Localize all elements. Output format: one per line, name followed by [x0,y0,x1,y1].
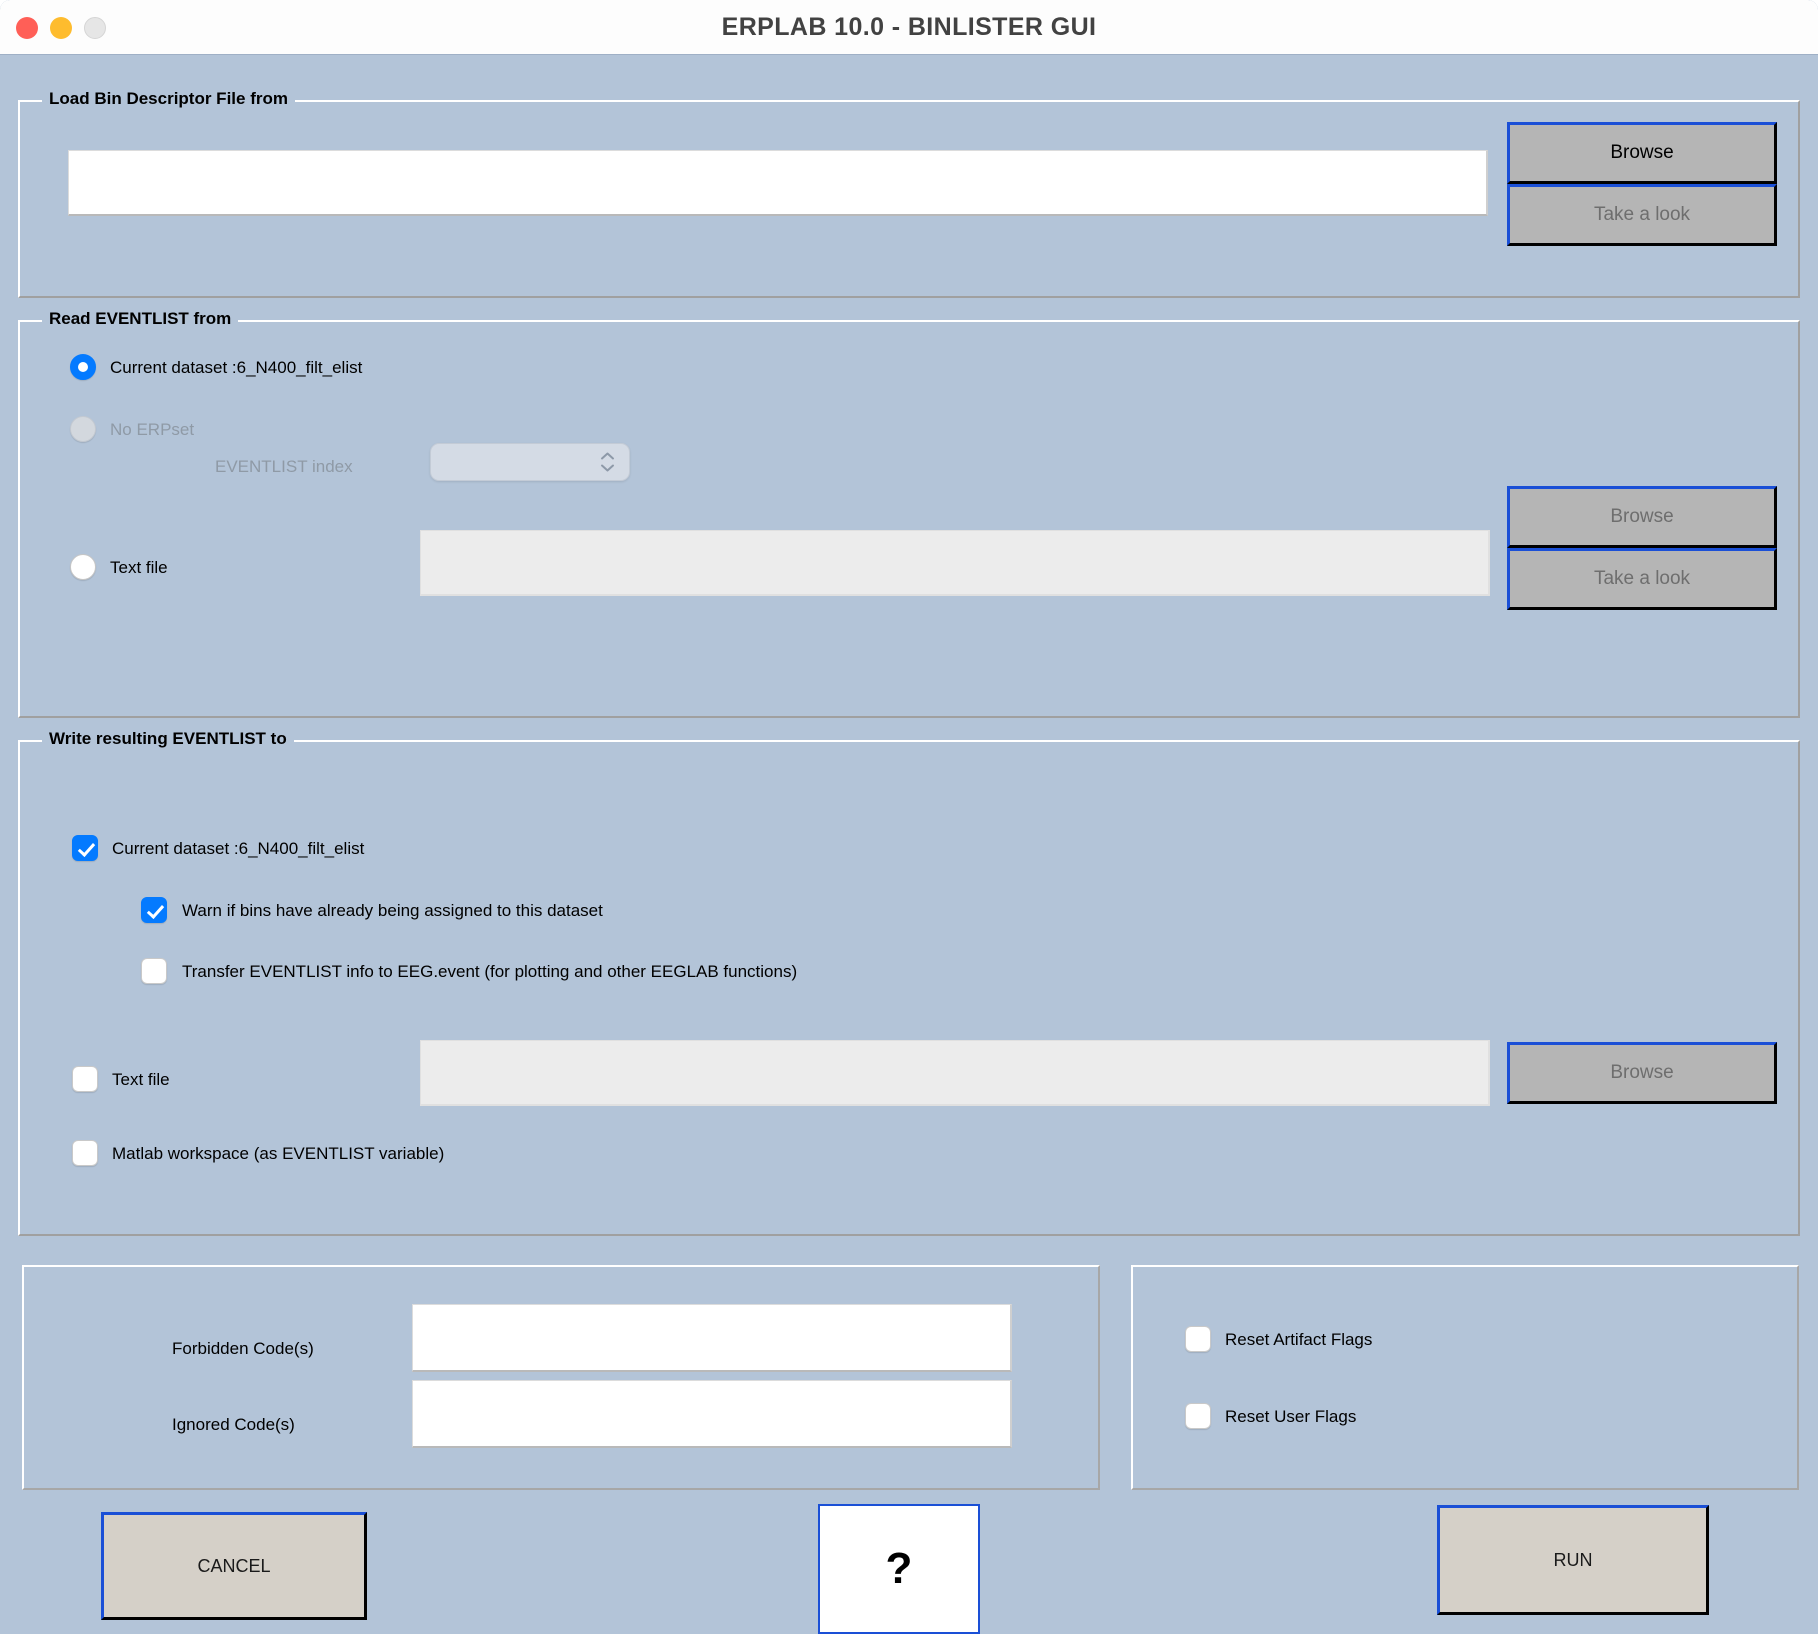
forbidden-codes-label: Forbidden Code(s) [172,1339,314,1358]
read-browse-button[interactable]: Browse [1507,486,1777,548]
read-current-dataset-label: Current dataset : 6_N400_filt_elist [110,358,362,378]
write-current-dataset-prefix: Current dataset : [112,839,239,858]
matlab-workspace-label: Matlab workspace (as EVENTLIST variable) [112,1144,445,1163]
load-bdf-legend: Load Bin Descriptor File from [42,89,295,109]
read-eventlist-legend: Read EVENTLIST from [42,309,239,329]
write-current-dataset-label: Current dataset : 6_N400_filt_elist [112,839,364,859]
write-text-file-label: Text file [112,1070,170,1089]
bdf-browse-label: Browse [1610,142,1674,163]
read-no-erpset-radio[interactable] [70,416,96,442]
warn-bins-assigned-label: Warn if bins have already being assigned… [182,901,603,920]
help-button[interactable]: ? [818,1504,980,1634]
zoom-button[interactable] [84,16,106,39]
write-text-file-input[interactable] [420,1040,1490,1106]
reset-artifact-flags-checkbox[interactable] [1185,1326,1211,1352]
read-take-a-look-label: Take a look [1593,568,1691,589]
close-button[interactable] [16,16,38,39]
matlab-workspace-checkbox[interactable] [72,1140,98,1166]
window-controls [16,0,106,55]
read-current-dataset-prefix: Current dataset : [110,358,237,377]
minimize-button[interactable] [50,16,72,39]
read-current-dataset-radio[interactable] [70,354,96,380]
run-label: RUN [1553,1549,1593,1570]
chevron-updown-icon [600,452,615,473]
transfer-eventlist-checkbox[interactable] [141,958,167,984]
write-text-file-checkbox[interactable] [72,1066,98,1092]
cancel-label: CANCEL [197,1555,271,1576]
run-button[interactable]: RUN [1437,1505,1709,1615]
bdf-browse-button[interactable]: Browse [1507,122,1777,184]
codes-panel: Forbidden Code(s) Ignored Code(s) [22,1265,1100,1490]
eventlist-index-label: EVENTLIST index [215,457,353,476]
write-browse-button[interactable]: Browse [1507,1042,1777,1104]
bdf-take-a-look-label: Take a look [1593,204,1691,225]
question-mark-icon: ? [885,1544,913,1594]
read-browse-label: Browse [1610,506,1674,527]
write-current-dataset-checkbox[interactable] [72,835,98,861]
reset-user-flags-checkbox[interactable] [1185,1403,1211,1429]
write-current-dataset-name: 6_N400_filt_elist [238,839,365,858]
read-eventlist-panel: Read EVENTLIST from Current dataset : 6_… [18,309,1800,718]
ignored-codes-label: Ignored Code(s) [172,1415,295,1434]
ignored-codes-input[interactable] [412,1380,1012,1448]
reset-flags-panel: Reset Artifact Flags Reset User Flags [1131,1265,1799,1490]
forbidden-codes-input[interactable] [412,1304,1012,1372]
read-text-file-input[interactable] [420,530,1490,596]
reset-user-flags-label: Reset User Flags [1225,1407,1357,1426]
bdf-path-input[interactable] [68,150,1488,216]
bdf-take-a-look-button[interactable]: Take a look [1507,184,1777,246]
write-eventlist-legend: Write resulting EVENTLIST to [42,729,294,749]
load-bdf-panel: Load Bin Descriptor File from Browse Tak… [18,89,1800,298]
reset-artifact-flags-label: Reset Artifact Flags [1225,1330,1373,1349]
write-eventlist-panel: Write resulting EVENTLIST to Current dat… [18,729,1800,1236]
warn-bins-assigned-checkbox[interactable] [141,897,167,923]
eventlist-index-spinner[interactable] [430,443,630,481]
binlister-gui-window: ERPLAB 10.0 - BINLISTER GUI Load Bin Des… [0,0,1818,1634]
read-current-dataset-name: 6_N400_filt_elist [236,358,363,377]
read-no-erpset-label: No ERPset [110,420,195,439]
read-text-file-radio[interactable] [70,554,96,580]
transfer-eventlist-label: Transfer EVENTLIST info to EEG.event (fo… [182,962,798,981]
window-title: ERPLAB 10.0 - BINLISTER GUI [721,12,1097,41]
read-take-a-look-button[interactable]: Take a look [1507,548,1777,610]
write-browse-label: Browse [1610,1062,1674,1083]
cancel-button[interactable]: CANCEL [101,1512,367,1620]
read-text-file-label: Text file [110,558,168,577]
title-bar: ERPLAB 10.0 - BINLISTER GUI [0,0,1818,55]
